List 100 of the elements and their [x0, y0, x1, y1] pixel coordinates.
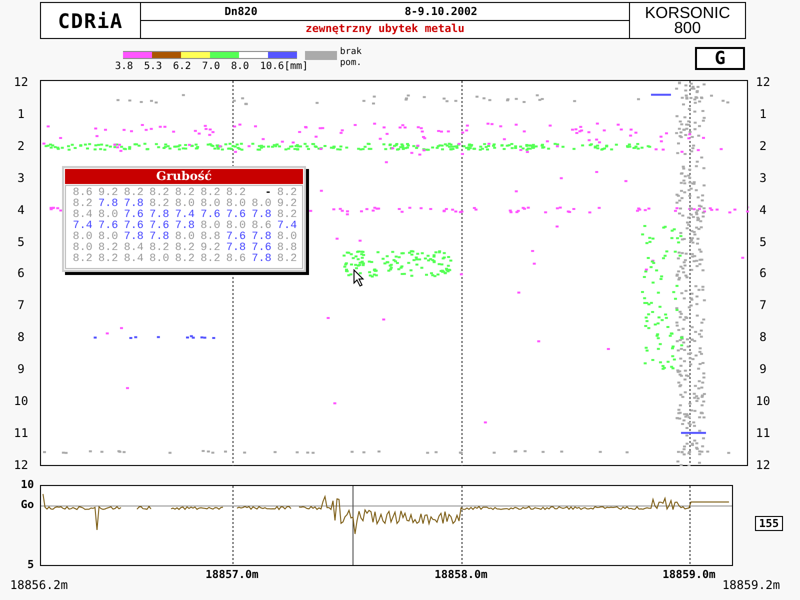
clock-position-label: 9 — [16, 362, 26, 376]
legend-label: 8.0 — [231, 61, 250, 73]
thickness-value: 7.8 — [174, 221, 196, 232]
distance-label: 18859.0m — [662, 567, 716, 583]
thickness-value: 7.8 — [148, 210, 170, 221]
legend-label: 5.3 — [144, 61, 162, 73]
clock-position-label: 12 — [754, 458, 772, 472]
popup-title: Grubość — [65, 169, 303, 184]
no-data-label: pom. — [340, 58, 362, 69]
thickness-value: 8.2 — [97, 243, 120, 254]
thickness-value: 8.2 — [174, 243, 196, 254]
thickness-value: 7.6 — [225, 210, 247, 221]
thickness-value: 8.2 — [148, 188, 170, 199]
thickness-value: 7.8 — [225, 243, 247, 254]
thickness-value: 9.2 — [276, 199, 298, 210]
clock-position-label: 3 — [758, 170, 768, 185]
thickness-value: 8.4 — [122, 243, 145, 254]
thickness-value: 8.2 — [200, 254, 222, 265]
thickness-value: 8.2 — [72, 254, 94, 265]
thickness-value: 8.2 — [97, 254, 120, 265]
thickness-value: 8.2 — [276, 188, 298, 199]
trace-scale-label: 10 — [20, 479, 34, 491]
thickness-value: 7.8 — [250, 232, 272, 243]
thickness-value: 8.2 — [276, 254, 298, 265]
trace-scale-label: 5 — [26, 559, 34, 571]
clock-position-label: 7 — [16, 298, 26, 312]
thickness-value: 8.0 — [72, 232, 94, 243]
clock-position-label: 4 — [16, 202, 26, 217]
thickness-value: 8.0 — [97, 232, 120, 243]
mode-badge: G — [695, 47, 745, 70]
clock-position-label: 9 — [758, 362, 768, 376]
pointer-cursor-icon — [353, 269, 365, 287]
clock-position-label: 2 — [758, 138, 768, 153]
thickness-value: 8.2 — [200, 188, 222, 199]
date-text: 8-9.10.2002 — [404, 4, 478, 20]
clock-position-label: 8 — [16, 330, 26, 344]
thickness-value: 7.6 — [148, 221, 170, 232]
thickness-value: 7.8 — [122, 199, 145, 210]
no-data-label: brak — [340, 47, 362, 58]
thickness-value: 8.2 — [174, 188, 196, 199]
distance-label: 18858.0m — [434, 567, 488, 583]
thickness-value: 7.8 — [250, 210, 272, 221]
logo-text: CDRiA — [41, 3, 141, 38]
thickness-value: 8.2 — [225, 188, 247, 199]
clock-position-label: 12 — [12, 458, 30, 472]
thickness-value: 8.0 — [250, 199, 272, 210]
clock-position-label: 10 — [12, 394, 30, 408]
thickness-value: 8.6 — [225, 254, 247, 265]
clock-position-label: 3 — [16, 170, 26, 185]
clock-position-label: 5 — [758, 234, 768, 248]
thickness-value: 7.4 — [174, 210, 196, 221]
distance-label: 18857.0m — [204, 567, 260, 583]
thickness-value: 9.2 — [97, 188, 120, 199]
legend-label: 3.8 — [115, 61, 134, 73]
thickness-value: 7.8 — [148, 232, 170, 243]
clock-position-label: 1 — [758, 106, 768, 121]
thickness-value: 8.2 — [148, 199, 170, 210]
thickness-value: 8.6 — [72, 188, 94, 199]
thickness-value: 8.2 — [174, 254, 196, 265]
reading-value: 155 — [755, 516, 783, 531]
thickness-value: 8.0 — [97, 210, 120, 221]
device-name-text: KORSONIC — [644, 6, 730, 20]
thickness-value: 8.0 — [225, 221, 247, 232]
legend-label: 10.6[mm] — [260, 61, 308, 73]
clock-position-label: 5 — [16, 234, 26, 248]
diameter-text: Dn820 — [223, 4, 259, 20]
thickness-value: 8.0 — [200, 199, 222, 210]
thickness-value: 7.4 — [276, 221, 298, 232]
thickness-value: 8.2 — [276, 210, 298, 221]
legend-label: 7.0 — [202, 61, 220, 73]
thickness-value: 7.6 — [225, 232, 247, 243]
thickness-value: 7.8 — [97, 199, 120, 210]
thickness-value: 7.6 — [122, 210, 145, 221]
thickness-value: 7.6 — [200, 210, 222, 221]
thickness-value: 8.0 — [200, 221, 222, 232]
clock-position-label: 12 — [12, 75, 30, 89]
thickness-value: 8.0 — [276, 232, 298, 243]
thickness-value: 7.8 — [250, 254, 272, 265]
distance-label: 18856.2m — [10, 577, 68, 594]
trace-scale-label: Go — [20, 499, 34, 511]
clock-position-label: 10 — [754, 394, 772, 408]
clock-position-label: 11 — [12, 426, 30, 440]
thickness-value: - — [264, 188, 272, 199]
thickness-value: 8.2 — [122, 188, 145, 199]
thickness-value: 8.4 — [72, 210, 94, 221]
clock-position-label: 2 — [16, 138, 26, 153]
thickness-value: 8.0 — [225, 199, 247, 210]
clock-position-label: 4 — [758, 202, 768, 217]
thickness-value: 8.0 — [72, 243, 94, 254]
distance-label: 18859.2m — [722, 577, 780, 594]
thickness-value: 7.6 — [250, 243, 272, 254]
thickness-value: 7.6 — [97, 221, 120, 232]
legend-label: 6.2 — [173, 61, 192, 73]
thickness-value: 8.8 — [200, 232, 222, 243]
clock-position-label: 11 — [754, 426, 772, 440]
thickness-value: 8.6 — [250, 221, 272, 232]
thickness-value: 7.8 — [122, 232, 145, 243]
thickness-value: 8.2 — [72, 199, 94, 210]
thickness-value: 8.0 — [148, 254, 170, 265]
thickness-value: 8.4 — [122, 254, 145, 265]
